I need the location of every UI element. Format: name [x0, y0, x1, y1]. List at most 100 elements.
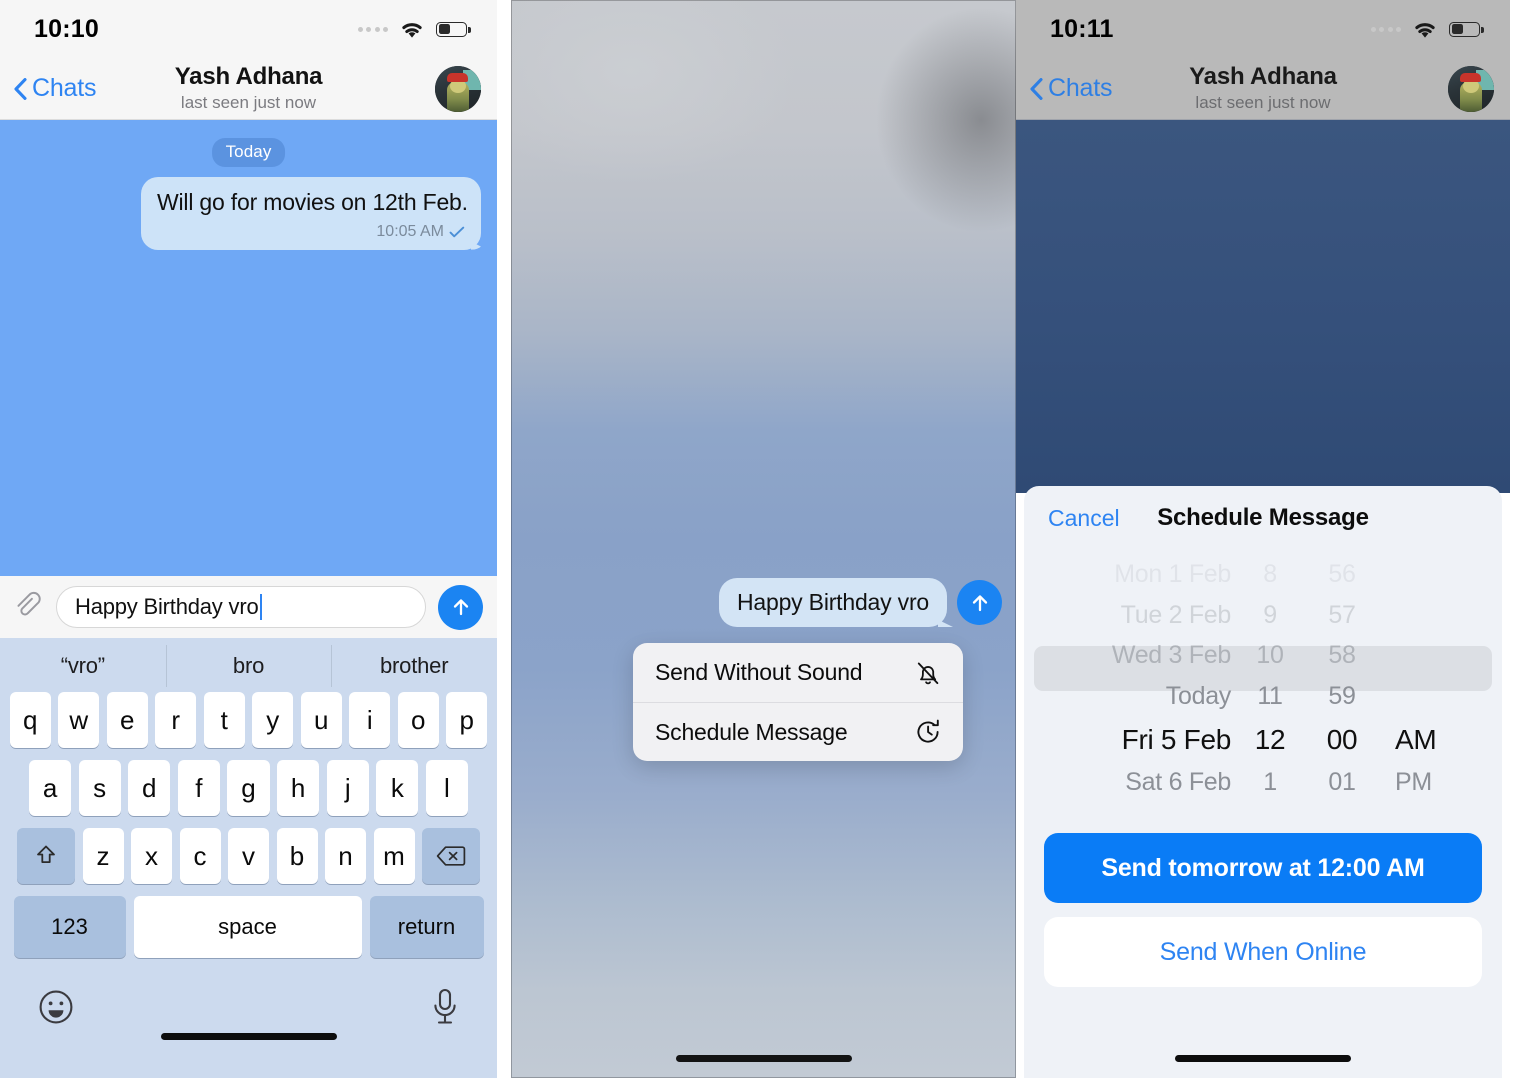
picker-date-selected[interactable]: Fri 5 Feb: [1024, 717, 1239, 762]
picker-meridiem-selected[interactable]: AM: [1383, 717, 1493, 762]
back-to-chats-button[interactable]: Chats: [14, 74, 97, 103]
picker-meridiem-option[interactable]: PM: [1383, 762, 1493, 799]
message-input[interactable]: Happy Birthday vro: [56, 586, 426, 628]
keyboard-row-3: z x c v b n m: [0, 828, 497, 884]
picker-column-minute[interactable]: 56 57 58 59 00 01 02 03: [1301, 554, 1383, 799]
key-k[interactable]: k: [376, 760, 419, 816]
picker-hour-option[interactable]: 9: [1239, 595, 1301, 636]
picker-hour-option[interactable]: 11: [1239, 676, 1301, 717]
key-w[interactable]: w: [58, 692, 100, 748]
panel-schedule-sheet: 10:11 Chats Yash Adhana last seen just n…: [1016, 0, 1510, 1078]
picker-date-option[interactable]: Sat 6 Feb: [1024, 762, 1239, 799]
compose-preview-bubble[interactable]: Happy Birthday vro: [719, 578, 947, 627]
key-z[interactable]: z: [82, 828, 124, 884]
key-b[interactable]: b: [276, 828, 318, 884]
key-i[interactable]: i: [349, 692, 391, 748]
menu-item-schedule-message[interactable]: Schedule Message: [633, 702, 963, 761]
send-button[interactable]: [957, 580, 1002, 625]
message-input-bar: Happy Birthday vro: [0, 576, 497, 638]
picker-hour-selected[interactable]: 12: [1239, 717, 1301, 762]
menu-item-label: Send Without Sound: [655, 659, 863, 685]
picker-column-hour[interactable]: 8 9 10 11 12 1 2 3: [1239, 554, 1301, 799]
picker-column-date[interactable]: Mon 1 Feb Tue 2 Feb Wed 3 Feb Today Fri …: [1024, 554, 1239, 799]
suggestion-bar: “vro” bro brother: [0, 640, 497, 692]
battery-icon: [436, 21, 471, 37]
return-key[interactable]: return: [369, 896, 484, 958]
send-button[interactable]: [438, 584, 483, 630]
shift-key[interactable]: [17, 828, 75, 884]
back-label: Chats: [1048, 74, 1113, 102]
picker-column-meridiem[interactable]: AM PM: [1383, 554, 1493, 799]
picker-minute-option[interactable]: 01: [1301, 762, 1383, 799]
key-l[interactable]: l: [425, 760, 468, 816]
keyboard: “vro” bro brother q w e r t y u i o p a …: [0, 638, 497, 1078]
key-u[interactable]: u: [300, 692, 342, 748]
cancel-button[interactable]: Cancel: [1048, 505, 1120, 532]
picker-minute-option[interactable]: 57: [1301, 595, 1383, 636]
picker-date-option[interactable]: Today: [1024, 676, 1239, 717]
key-f[interactable]: f: [177, 760, 220, 816]
numeric-key[interactable]: 123: [13, 896, 126, 958]
text-caret: [259, 594, 262, 620]
key-o[interactable]: o: [397, 692, 439, 748]
suggestion-1[interactable]: bro: [165, 645, 332, 687]
schedule-message-sheet: Cancel Schedule Message Mon 1 Feb Tue 2 …: [1024, 486, 1502, 1078]
status-indicators: [1370, 20, 1484, 39]
avatar[interactable]: [435, 65, 481, 112]
key-d[interactable]: d: [128, 760, 171, 816]
menu-item-label: Schedule Message: [655, 718, 848, 745]
backspace-key[interactable]: [422, 828, 480, 884]
key-a[interactable]: a: [29, 760, 72, 816]
microphone-icon[interactable]: [429, 986, 461, 1028]
avatar[interactable]: [1448, 65, 1494, 112]
picker-minute-selected[interactable]: 00: [1301, 717, 1383, 762]
attachment-icon[interactable]: [12, 591, 44, 623]
key-s[interactable]: s: [78, 760, 121, 816]
key-t[interactable]: t: [203, 692, 245, 748]
shift-arrow-icon: [37, 845, 55, 863]
send-when-online-button[interactable]: Send When Online: [1044, 917, 1482, 987]
emoji-icon[interactable]: [36, 987, 76, 1027]
day-separator-label: Today: [211, 138, 286, 167]
key-c[interactable]: c: [179, 828, 221, 884]
key-r[interactable]: r: [155, 692, 197, 748]
back-to-chats-button[interactable]: Chats: [1030, 74, 1113, 103]
menu-item-send-without-sound[interactable]: Send Without Sound: [633, 643, 963, 702]
picker-hour-option[interactable]: 10: [1239, 636, 1301, 677]
suggestion-0[interactable]: “vro”: [0, 653, 166, 679]
suggestion-2[interactable]: brother: [331, 645, 497, 687]
picker-hour-option[interactable]: 8: [1239, 554, 1301, 595]
day-separator: Today: [211, 138, 286, 167]
key-h[interactable]: h: [277, 760, 320, 816]
picker-minute-option[interactable]: 58: [1301, 636, 1383, 677]
status-indicators: [357, 20, 471, 39]
message-bubble[interactable]: Will go for movies on 12th Feb. 10:05 AM: [141, 177, 481, 250]
key-x[interactable]: x: [131, 828, 172, 884]
key-p[interactable]: p: [446, 692, 488, 748]
date-time-picker[interactable]: Mon 1 Feb Tue 2 Feb Wed 3 Feb Today Fri …: [1024, 554, 1502, 799]
space-key[interactable]: space: [133, 896, 362, 958]
picker-date-option[interactable]: Tue 2 Feb: [1024, 595, 1239, 636]
wifi-icon: [399, 20, 425, 39]
key-m[interactable]: m: [373, 828, 415, 884]
picker-date-option[interactable]: Mon 1 Feb: [1024, 554, 1239, 595]
send-tomorrow-button[interactable]: Send tomorrow at 12:00 AM: [1044, 833, 1482, 903]
message-text: Will go for movies on 12th Feb.: [157, 189, 468, 215]
battery-icon: [1449, 21, 1484, 37]
key-y[interactable]: y: [252, 692, 294, 748]
key-v[interactable]: v: [228, 828, 269, 884]
sheet-header: Cancel Schedule Message: [1024, 486, 1502, 550]
status-time: 10:11: [1050, 14, 1114, 43]
bell-slash-icon: [917, 662, 939, 684]
picker-date-option[interactable]: Wed 3 Feb: [1024, 636, 1239, 677]
key-g[interactable]: g: [227, 760, 270, 816]
picker-minute-option[interactable]: 56: [1301, 554, 1383, 595]
key-n[interactable]: n: [325, 828, 366, 884]
key-q[interactable]: q: [9, 692, 51, 748]
picker-hour-option[interactable]: 1: [1239, 762, 1301, 799]
dimmed-chat-background: [1016, 120, 1510, 493]
key-j[interactable]: j: [326, 760, 369, 816]
picker-minute-option[interactable]: 59: [1301, 676, 1383, 717]
key-e[interactable]: e: [106, 692, 148, 748]
home-indicator: [675, 1055, 852, 1062]
